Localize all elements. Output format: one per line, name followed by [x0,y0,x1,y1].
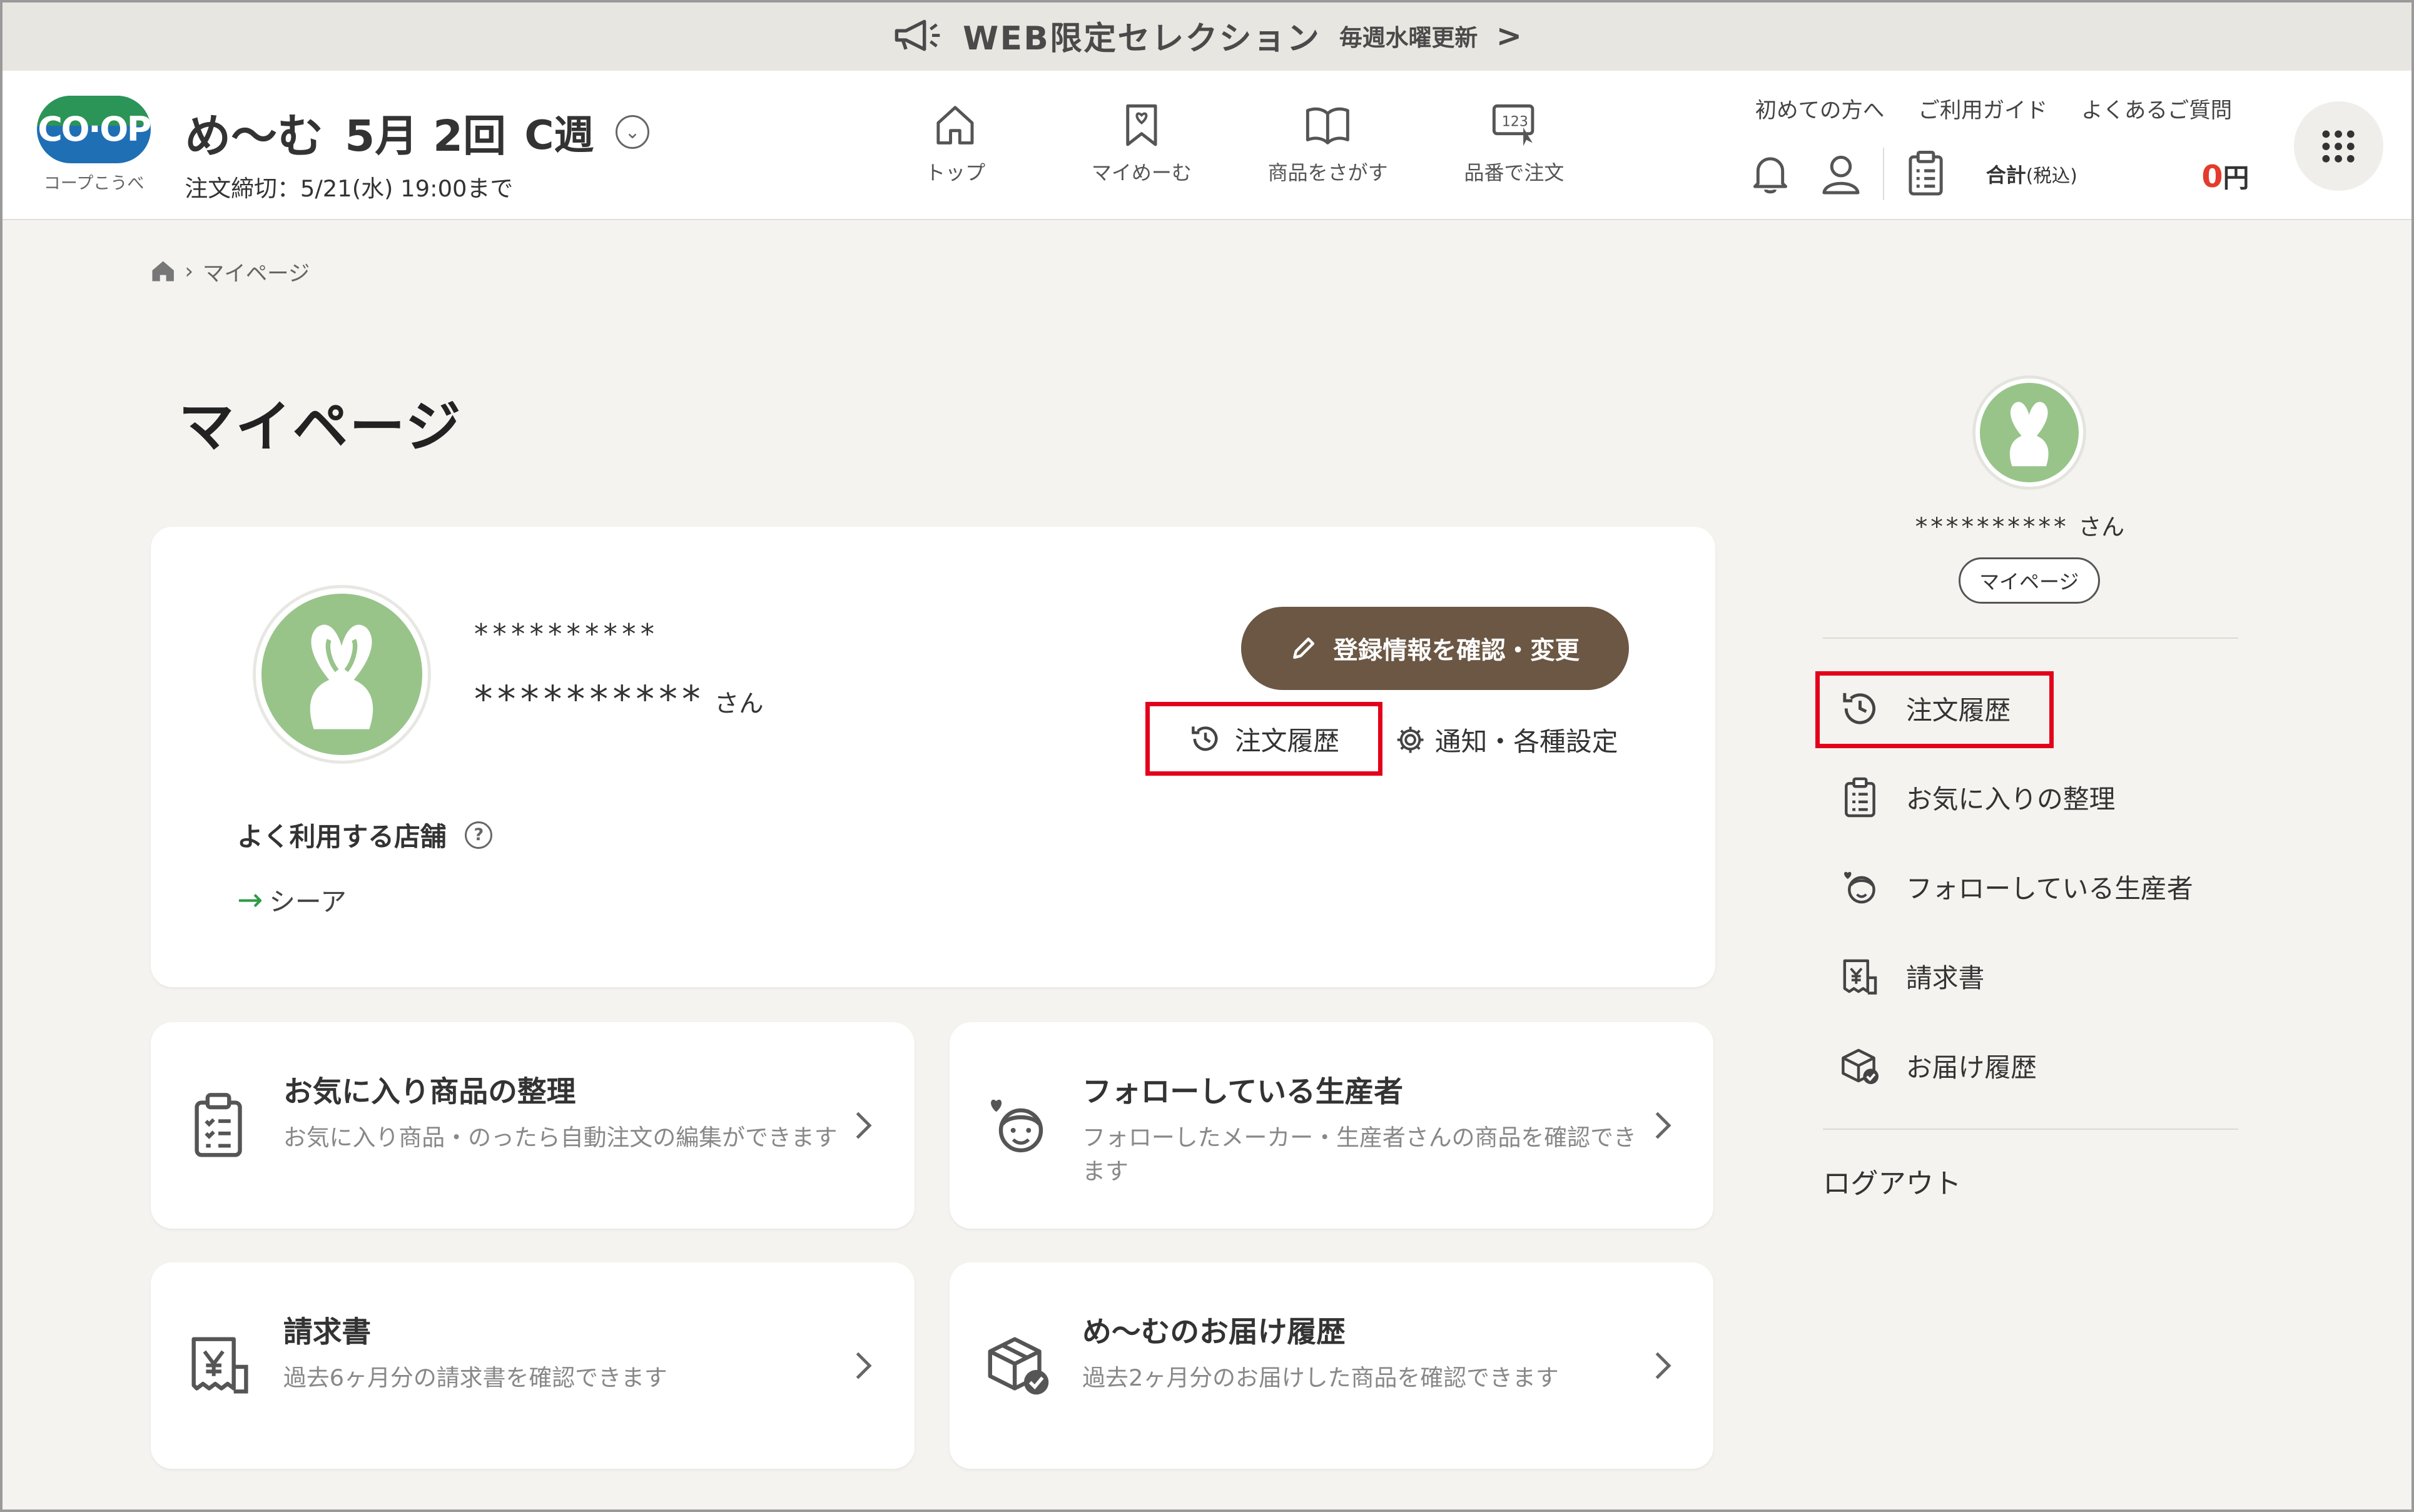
logo-caption: コープこうべ [43,173,145,193]
card-description: 過去2ヶ月分のお届けした商品を確認できます [1082,1364,1559,1391]
card-title: 請求書 [283,1315,372,1349]
divider [1822,1128,2239,1130]
nav-my-memu[interactable]: マイめーむ [1048,101,1235,186]
home-icon[interactable] [151,260,175,283]
promo-banner[interactable]: WEB限定セレクション 毎週水曜更新 > [0,0,2414,71]
profile-card: ********** ********** さん 登録情報を確認・変更 注文履歴 … [151,526,1715,987]
help-icon[interactable]: ? [465,821,493,849]
brand-name: め〜む [185,109,323,163]
nav-search-products[interactable]: 商品をさがす [1235,101,1421,186]
followed-producers-card[interactable]: フォローしている生産者 フォローしたメーカー・生産者さんの商品を確認できます [950,1022,1714,1229]
card-title: お気に入り商品の整理 [283,1075,576,1109]
edit-profile-button[interactable]: 登録情報を確認・変更 [1240,606,1629,690]
breadcrumb-separator: › [185,258,194,284]
chevron-right-icon [1655,1352,1671,1379]
notification-settings-link[interactable]: 通知・各種設定 [1395,721,1618,759]
favorites-card[interactable]: お気に入り商品の整理 お気に入り商品・のったら自動注文の編集ができます [151,1022,915,1229]
clipboard-list-icon [1844,778,1875,818]
link-faq[interactable]: よくあるご質問 [2081,93,2232,124]
link-user-guide[interactable]: ご利用ガイド [1918,93,2047,124]
bell-icon[interactable] [1747,150,1793,199]
card-title: フォローしている生産者 [1082,1075,1403,1109]
menu-grid-button[interactable] [2294,101,2383,191]
logout-link[interactable]: ログアウト [1823,1161,1961,1201]
history-icon [1842,693,1875,724]
nav-top[interactable]: トップ [862,101,1048,186]
help-links: 初めての方へ ご利用ガイド よくあるご質問 [1755,93,2233,124]
banner-title: WEB限定セレクション [963,20,1321,58]
sidebar-avatar [1975,378,2083,487]
producer-heart-icon [990,1099,1043,1152]
main-nav: トップ マイめーむ 商品をさがす 123 品番で注文 [862,101,1607,186]
chevron-down-icon[interactable]: ⌄ [615,114,650,150]
arrow-right-icon: → [237,881,263,918]
card-title: め〜むのお届け履歴 [1082,1315,1346,1349]
member-id: ********** [474,619,659,651]
gear-icon [1397,726,1424,753]
sidebar-item-favorites[interactable]: お気に入りの整理 [1838,776,2115,819]
nav-order-by-number[interactable]: 123 品番で注文 [1421,101,1608,186]
favorite-store-link[interactable]: → シーア [237,881,347,919]
course-label: C週 [524,113,594,159]
favorite-store-heading: よく利用する店舗 ? [237,816,493,854]
link-first-time[interactable]: 初めての方へ [1755,93,1885,124]
cart-total-label[interactable]: 合計(税込) [1986,160,2077,188]
sidebar-member-name: ********** さん [1915,512,2125,542]
sidebar-item-followed-producers[interactable]: フォローしている生産者 [1838,865,2193,908]
chevron-right-icon [856,1352,873,1379]
home-icon [936,106,974,145]
number-cursor-icon: 123 [1492,104,1534,146]
box-check-icon [988,1337,1048,1395]
member-name: ********** さん [474,677,764,721]
order-history-link[interactable]: 注文履歴 [1145,702,1383,776]
card-description: お気に入り商品・のったら自動注文の編集ができます [283,1124,838,1151]
invoice-yen-icon [1843,959,1877,995]
cart-total-value: 0円 [2201,158,2249,195]
history-icon [1192,726,1218,751]
coop-logo[interactable]: CO·OP コープこうべ [37,95,151,194]
chevron-right-icon: > [1496,17,1523,54]
sidebar-item-order-history[interactable]: 注文履歴 [1838,687,2011,730]
megaphone-icon [895,19,940,51]
avatar [255,588,429,761]
site-header: CO·OP コープこうべ め〜む 5月 2回 C週 ⌄ 注文締切：5/21(水)… [0,71,2414,220]
header-actions: 合計(税込) [1747,148,2077,200]
banner-subtitle: 毎週水曜更新 [1339,24,1478,51]
book-icon [1306,108,1350,145]
pencil-icon [1293,637,1315,659]
chevron-right-icon [1655,1112,1671,1139]
svg-text:123: 123 [1502,114,1528,130]
breadcrumb-current: マイページ [202,261,310,287]
clipboard-list-icon [195,1092,243,1157]
bookmark-heart-icon [1126,104,1157,146]
chevron-right-icon [856,1112,873,1139]
divider [1882,148,1885,200]
sidebar-item-invoices[interactable]: 請求書 [1838,955,1984,998]
divider [1822,637,2239,639]
page-title: マイページ [178,395,462,460]
box-check-icon [1841,1048,1879,1084]
sidebar-mypage-button[interactable]: マイページ [1958,557,2100,604]
producer-heart-icon [1843,871,1875,904]
card-description: フォローしたメーカー・生産者さんの商品を確認できます [1082,1124,1636,1185]
order-deadline: 注文締切：5/21(水) 19:00まで [185,175,514,202]
delivery-history-card[interactable]: め〜むのお届け履歴 過去2ヶ月分のお届けした商品を確認できます [950,1262,1714,1469]
week-label: 5月 2回 [345,111,506,161]
invoice-yen-icon [191,1337,248,1394]
breadcrumb: › マイページ [151,256,310,287]
week-selector[interactable]: め〜む 5月 2回 C週 ⌄ [185,99,650,166]
invoice-card[interactable]: 請求書 過去6ヶ月分の請求書を確認できます [151,1262,915,1469]
grid-dots-icon [2322,130,2355,163]
clipboard-cart-icon[interactable] [1903,150,1949,199]
sidebar-item-delivery-history[interactable]: お届け履歴 [1838,1044,2037,1087]
user-icon[interactable] [1818,150,1865,199]
card-description: 過去6ヶ月分の請求書を確認できます [283,1364,667,1391]
